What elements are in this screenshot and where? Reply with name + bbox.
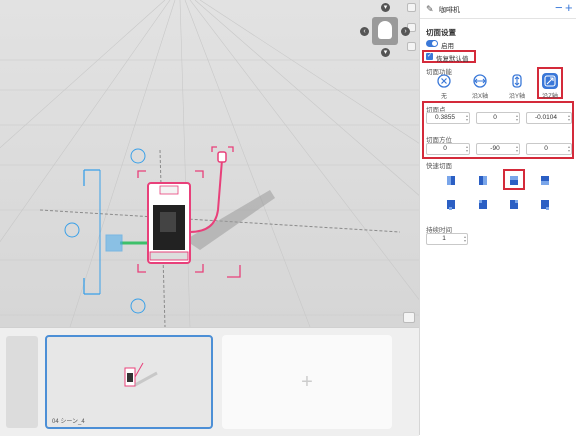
y-axis-icon	[512, 74, 522, 88]
scene-preview	[124, 362, 158, 387]
cube-slice-icon	[510, 176, 518, 185]
mode-x-button[interactable]	[472, 73, 488, 89]
cube-slice-icon	[479, 176, 487, 185]
mode-none-button[interactable]	[436, 73, 452, 89]
stepper-icon[interactable]: ▴ ▾	[568, 114, 570, 122]
scene-thumbnail-selected[interactable]	[45, 335, 213, 429]
stepper-icon[interactable]: ▴ ▾	[466, 114, 468, 122]
enable-label: 启用	[441, 43, 454, 50]
clip-direction-y-value: -90	[490, 145, 500, 152]
mode-x-label: 沿X轴	[471, 94, 488, 100]
stepper-icon[interactable]: ▴ ▾	[568, 145, 570, 153]
list-view-icon[interactable]	[403, 312, 415, 323]
restore-checkbox[interactable]: ✓	[426, 53, 433, 60]
cube-slice-icon	[447, 200, 455, 210]
properties-panel: ✎ 咖啡机 − + 切面设置 启用 ✓ 恢复默认值 切面功能 无 沿X轴 沿Y轴…	[419, 0, 576, 435]
panel-header: ✎ 咖啡机 − +	[420, 0, 576, 19]
clip-point-z-value: -0.0104	[534, 114, 558, 121]
head-icon	[378, 21, 392, 39]
add-icon[interactable]: +	[565, 0, 573, 15]
cube-slice-icon	[447, 176, 455, 185]
cube-slice-icon	[541, 200, 549, 210]
pan-button[interactable]	[407, 42, 416, 51]
x-axis-icon	[473, 74, 487, 88]
quick-clip-6[interactable]	[476, 197, 490, 211]
clip-direction-z-value: 0	[544, 145, 548, 152]
quick-clip-8[interactable]	[538, 197, 552, 211]
cube-slice-icon	[541, 176, 549, 185]
chevron-right-icon[interactable]: ›	[401, 27, 410, 36]
add-scene-button[interactable]: +	[222, 335, 392, 429]
circle-x-icon	[437, 74, 451, 88]
clip-direction-z-input[interactable]: 0 ▴ ▾	[526, 143, 572, 155]
duration-value: 1	[442, 235, 446, 242]
section-title: 切面设置	[426, 28, 456, 37]
coffee-machine-model	[147, 151, 227, 264]
duration-input[interactable]: 1 ▴ ▾	[426, 233, 468, 245]
plus-icon: +	[301, 371, 313, 393]
clip-direction-y-input[interactable]: -90 ▴ ▾	[476, 143, 520, 155]
edit-icon[interactable]: ✎	[426, 4, 434, 15]
stepper-icon[interactable]: ▴ ▾	[464, 235, 466, 243]
panel-title: 咖啡机	[439, 7, 460, 14]
mode-y-label: 沿Y轴	[508, 94, 525, 100]
clip-point-y-value: 0	[493, 114, 497, 121]
chevron-up-icon[interactable]: ▾	[381, 3, 390, 12]
stepper-icon[interactable]: ▴ ▾	[516, 145, 518, 153]
quick-clip-label: 快速切面	[426, 163, 452, 170]
quick-clip-5[interactable]	[444, 197, 458, 211]
view-toggle-button[interactable]	[407, 3, 416, 12]
clip-point-x-input[interactable]: 0.3855 ▴ ▾	[426, 112, 470, 124]
scene-thumbnail-label: 04 シーン_4	[52, 419, 85, 425]
ground-grid	[0, 0, 419, 327]
clip-point-y-input[interactable]: 0 ▴ ▾	[476, 112, 520, 124]
chevron-left-icon[interactable]: ‹	[360, 27, 369, 36]
3d-viewport[interactable]: ▾ ‹ › ▾	[0, 0, 419, 327]
cube-slice-icon	[510, 200, 518, 209]
collapse-icon[interactable]: −	[555, 0, 563, 15]
stepper-icon[interactable]: ▴ ▾	[466, 145, 468, 153]
quick-clip-2[interactable]	[476, 173, 490, 187]
restore-label: 恢复默认值	[436, 56, 469, 63]
enable-toggle[interactable]	[426, 40, 438, 47]
view-cube[interactable]	[372, 17, 398, 45]
stepper-icon[interactable]: ▴ ▾	[516, 114, 518, 122]
clip-point-z-input[interactable]: -0.0104 ▴ ▾	[526, 112, 572, 124]
clip-direction-x-input[interactable]: 0 ▴ ▾	[426, 143, 470, 155]
quick-clip-4[interactable]	[538, 173, 552, 187]
mode-none-label: 无	[440, 94, 447, 100]
mode-z-button[interactable]	[542, 73, 558, 89]
scene-thumbnail-prev[interactable]	[6, 336, 38, 428]
quick-clip-3[interactable]	[507, 173, 521, 187]
cube-slice-icon	[479, 200, 487, 209]
z-axis-icon	[544, 75, 556, 87]
quick-clip-1[interactable]	[444, 173, 458, 187]
quick-clip-7[interactable]	[507, 197, 521, 211]
mode-y-button[interactable]	[509, 73, 525, 89]
chevron-down-icon[interactable]: ▾	[381, 48, 390, 57]
mode-z-label: 沿Z轴	[542, 94, 558, 100]
clip-point-x-value: 0.3855	[435, 114, 455, 121]
clip-direction-x-value: 0	[443, 145, 447, 152]
